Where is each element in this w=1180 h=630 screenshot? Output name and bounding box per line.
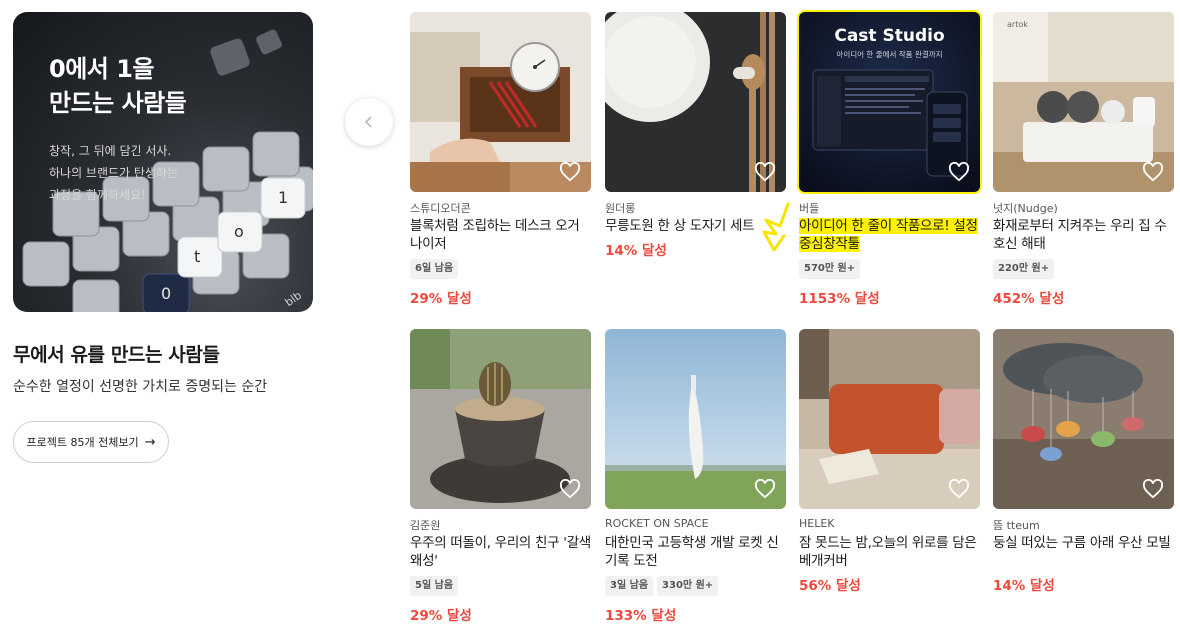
product-image-cactus-pot[interactable] — [410, 329, 591, 509]
funding-rate: 29% 달성 — [410, 608, 472, 624]
heart-icon[interactable] — [559, 479, 581, 499]
remaining-days-badge: 5일 남음 — [410, 576, 459, 596]
project-title[interactable]: 블록처럼 조립하는 데스크 오거나이저 — [410, 217, 591, 253]
funding-rate: 14% 달성 — [993, 578, 1055, 594]
maker-name: 뜸 tteum — [993, 519, 1040, 532]
funding-rate: 452% 달성 — [993, 291, 1065, 307]
key-o-label: o — [234, 222, 244, 241]
product-card[interactable]: 스튜디오더콘 블록처럼 조립하는 데스크 오거나이저 6일 남음 29% 달성 — [410, 12, 591, 307]
yellow-scribble-annotation — [762, 202, 790, 252]
product-image-cast-studio[interactable]: Cast Studio 아이디어 한 줄에서 작품 완결까지 — [797, 10, 982, 194]
view-all-projects-button[interactable]: 프로젝트 85개 전체보기 → — [13, 421, 169, 463]
product-card[interactable]: HELEK 잠 못드는 밤,오늘의 위로를 담은 베개커버 56% 달성 — [799, 329, 980, 594]
brand-logo: blb — [283, 289, 304, 309]
product-image-haetae[interactable]: artok — [993, 12, 1174, 192]
funding-rate: 56% 달성 — [799, 578, 861, 594]
product-image-cloud-mobile[interactable] — [993, 329, 1174, 509]
promo-description: 창작, 그 뒤에 담긴 서사. 하나의 브랜드가 탄생하는 과정을 함께하세요! — [49, 144, 179, 202]
cast-studio-title: Cast Studio — [834, 26, 945, 46]
product-image-ceramic-set[interactable] — [605, 12, 786, 192]
heart-icon[interactable] — [559, 162, 581, 182]
key-0-label: 0 — [161, 284, 171, 303]
maker-name: 버들 — [799, 202, 820, 215]
maker-name: 넛지(Nudge) — [993, 202, 1058, 215]
product-card[interactable]: Cast Studio 아이디어 한 줄에서 작품 완결까지 버들 아이디어 한… — [797, 10, 982, 307]
funding-amount-badge: 330만 원+ — [657, 576, 719, 596]
cast-studio-subtitle: 아이디어 한 줄에서 작품 완결까지 — [836, 50, 943, 59]
project-title[interactable]: 둥실 떠있는 구름 아래 우산 모빌 — [993, 534, 1174, 570]
funding-rate: 29% 달성 — [410, 291, 472, 307]
funding-rate: 133% 달성 — [605, 608, 677, 624]
remaining-days-badge: 6일 남음 — [410, 259, 459, 279]
maker-name: HELEK — [799, 517, 835, 530]
product-image-rocket[interactable] — [605, 329, 786, 509]
heart-icon[interactable] — [948, 479, 970, 499]
product-card[interactable]: 김준원 우주의 떠돌이, 우리의 친구 '갈색 왜성' 5일 남음 29% 달성 — [410, 329, 591, 624]
carousel-prev-button[interactable] — [345, 98, 393, 146]
product-card[interactable]: 뜸 tteum 둥실 떠있는 구름 아래 우산 모빌 14% 달성 — [993, 329, 1174, 594]
project-title[interactable]: 잠 못드는 밤,오늘의 위로를 담은 베개커버 — [799, 534, 980, 570]
artok-label: artok — [1007, 20, 1028, 29]
arrow-right-icon: → — [144, 434, 156, 450]
key-t-label: t — [194, 247, 200, 266]
remaining-days-badge: 3일 남음 — [605, 576, 654, 596]
project-title[interactable]: 화재로부터 지켜주는 우리 집 수호신 해태 — [993, 217, 1174, 253]
project-title[interactable]: 우주의 떠돌이, 우리의 친구 '갈색 왜성' — [410, 534, 591, 570]
funding-rate: 1153% 달성 — [799, 291, 880, 307]
promo-banner[interactable]: 0 t o 1 blb 0에서 1을 만드는 사람들 창작, 그 뒤에 담긴 서… — [13, 12, 313, 312]
heart-icon[interactable] — [754, 162, 776, 182]
product-image-pillow-cover[interactable] — [799, 329, 980, 509]
product-card[interactable]: artok 넛지(Nudge) 화재로부터 지켜주는 우리 집 수호신 해태 2… — [993, 12, 1174, 307]
promo-title: 0에서 1을 만드는 사람들 — [49, 55, 187, 117]
funding-amount-badge: 220만 원+ — [993, 259, 1055, 279]
product-card[interactable]: ROCKET ON SPACE 대한민국 고등학생 개발 로켓 신기록 도전 3… — [605, 329, 786, 624]
key-1-label: 1 — [278, 188, 288, 207]
funding-amount-badge: 570만 원+ — [799, 259, 861, 279]
highlighted-title: 아이디어 한 줄이 작품으로! 설정중심창작툴 — [799, 218, 978, 252]
chevron-left-icon — [364, 116, 372, 128]
heart-icon[interactable] — [754, 479, 776, 499]
heart-icon[interactable] — [1142, 162, 1164, 182]
section-title: 무에서 유를 만드는 사람들 — [13, 344, 220, 366]
heart-icon[interactable] — [948, 162, 970, 182]
view-all-label: 프로젝트 85개 전체보기 — [26, 436, 139, 449]
maker-name: ROCKET ON SPACE — [605, 517, 709, 530]
heart-icon[interactable] — [1142, 479, 1164, 499]
product-image-desk-organizer[interactable] — [410, 12, 591, 192]
project-title[interactable]: 아이디어 한 줄이 작품으로! 설정중심창작툴 — [799, 217, 980, 253]
project-title[interactable]: 대한민국 고등학생 개발 로켓 신기록 도전 — [605, 534, 786, 570]
section-subtitle: 순수한 열정이 선명한 가치로 증명되는 순간 — [13, 379, 268, 395]
maker-name: 김준원 — [410, 519, 441, 532]
maker-name: 스튜디오더콘 — [410, 202, 471, 215]
